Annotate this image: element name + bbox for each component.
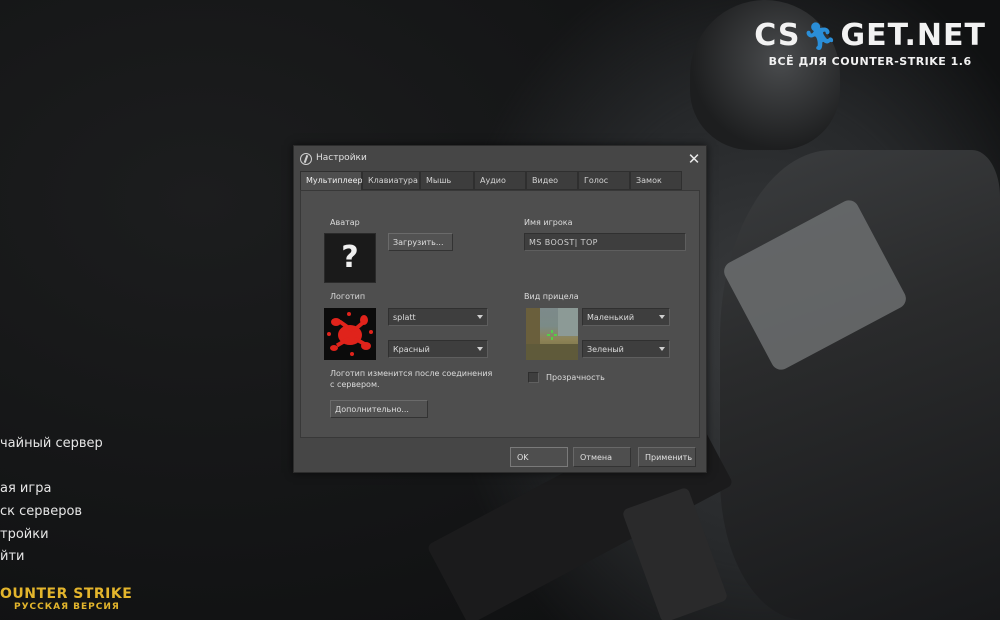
ok-button[interactable]: OK [510, 447, 568, 467]
crosshair-color-select-value: Зеленый [587, 345, 624, 354]
menu-item-quit[interactable]: йти [0, 549, 24, 564]
transparency-checkbox[interactable] [528, 372, 539, 383]
logo-color-select-value: Красный [393, 345, 430, 354]
chevron-down-icon [659, 347, 665, 351]
crosshair-label: Вид прицела [524, 292, 579, 301]
close-icon[interactable]: ✕ [686, 151, 702, 167]
avatar: ? [324, 233, 376, 283]
watermark-tagline: ВСЁ ДЛЯ COUNTER-STRIKE 1.6 [768, 55, 972, 68]
game-logo-subtitle: РУССКАЯ ВЕРСИЯ [14, 602, 120, 612]
game-logo-title: OUNTER STRIKE [0, 586, 133, 602]
rifle-magazine-bg [621, 486, 729, 620]
crosshair-color-select[interactable]: Зеленый [582, 340, 670, 358]
tab-voice[interactable]: Голос [578, 171, 630, 190]
tab-audio[interactable]: Аудио [474, 171, 526, 190]
chevron-down-icon [477, 347, 483, 351]
logo-label: Логотип [330, 292, 366, 301]
tab-video[interactable]: Видео [526, 171, 578, 190]
settings-dialog: Настройки ✕ Мультиплеер Клавиатура Мышь … [293, 145, 707, 473]
logo-color-select[interactable]: Красный [388, 340, 488, 358]
crosshair-size-select[interactable]: Маленький [582, 308, 670, 326]
dialog-title: Настройки [316, 153, 367, 163]
site-watermark: CS 🏃︎ GET.NET ВСЁ ДЛЯ COUNTER-STRIKE 1.6 [754, 18, 986, 68]
rifle-stock-bg [720, 196, 910, 374]
chevron-down-icon [659, 315, 665, 319]
tab-multiplayer[interactable]: Мультиплеер [300, 171, 363, 191]
advanced-button[interactable]: Дополнительно... [330, 400, 428, 418]
menu-item-new-game[interactable]: ая игра [0, 481, 51, 496]
watermark-title-right: GET.NET [840, 18, 986, 53]
logo-note: Логотип изменится после соединения с сер… [330, 369, 493, 389]
menu-item-quick-server[interactable]: чайный сервер [0, 436, 103, 451]
watermark-title-left: CS [754, 18, 801, 53]
tab-mouse[interactable]: Мышь [420, 171, 474, 190]
apply-button[interactable]: Применить [638, 447, 696, 467]
menu-item-find-servers[interactable]: ск серверов [0, 504, 82, 519]
logo-select[interactable]: splatt [388, 308, 488, 326]
chevron-down-icon [477, 315, 483, 319]
soldier-icon: 🏃︎ [803, 22, 838, 52]
game-logo: OUNTER STRIKE РУССКАЯ ВЕРСИЯ [0, 586, 132, 612]
menu-item-settings[interactable]: тройки [0, 527, 49, 542]
avatar-label: Аватар [330, 218, 360, 227]
crosshair-size-select-value: Маленький [587, 313, 635, 322]
soldier-body-bg [720, 150, 1000, 620]
tab-lock[interactable]: Замок [630, 171, 682, 190]
dialog-titlebar[interactable]: Настройки ✕ [294, 146, 706, 172]
watermark-title: CS 🏃︎ GET.NET [754, 18, 986, 53]
tab-keyboard[interactable]: Клавиатура [362, 171, 420, 190]
steam-icon [300, 153, 312, 165]
player-name-label: Имя игрока [524, 218, 573, 227]
spray-logo-preview [324, 308, 376, 360]
upload-avatar-button[interactable]: Загрузить... [388, 233, 453, 251]
transparency-label: Прозрачность [546, 373, 605, 382]
cancel-button[interactable]: Отмена [573, 447, 631, 467]
player-name-input[interactable]: MS BOOST| TOP [524, 233, 686, 251]
logo-select-value: splatt [393, 313, 416, 322]
crosshair-preview [526, 308, 578, 360]
